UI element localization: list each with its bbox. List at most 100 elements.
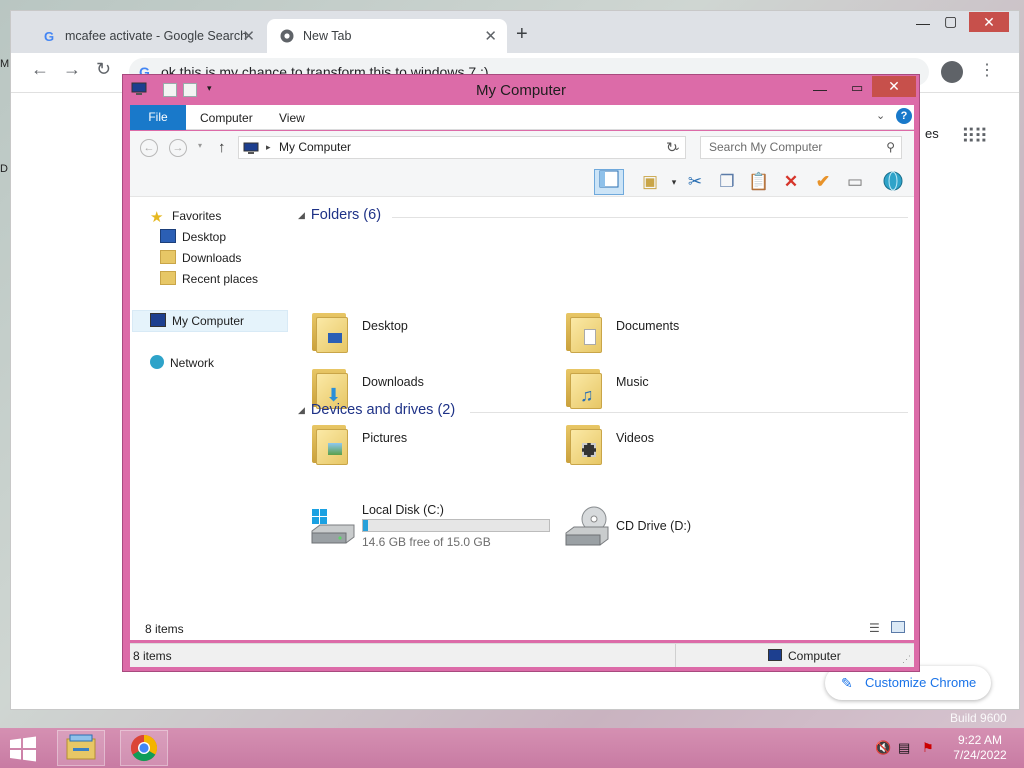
close-tab-icon[interactable]: ✕ (484, 27, 497, 45)
recent-locations-icon[interactable]: ▾ (198, 141, 202, 150)
chrome-taskbar-button[interactable] (120, 730, 168, 766)
nav-favorites[interactable]: ★ Favorites (150, 206, 221, 226)
details-view-icon[interactable]: ☰ (869, 621, 880, 635)
search-icon: ⚲ (886, 140, 895, 154)
nav-recent-places[interactable]: Recent places (160, 269, 258, 289)
close-window-button[interactable]: ✕ (872, 76, 916, 97)
explorer-titlebar: ▾ My Computer — ▭ ✕ (123, 75, 919, 105)
star-icon: ★ (150, 209, 164, 226)
images-link-fragment[interactable]: es (925, 126, 939, 141)
taskbar: 🔇 ▤ ⚑ 9:22 AM 7/24/2022 (0, 728, 1024, 768)
status-item-count: 8 items (133, 649, 172, 663)
status-divider (675, 644, 676, 667)
folder-label: Videos (616, 431, 654, 445)
file-explorer-taskbar-button[interactable] (57, 730, 105, 766)
folder-videos[interactable]: Videos (564, 415, 804, 469)
start-button[interactable] (8, 736, 38, 762)
forward-icon[interactable]: → (169, 139, 187, 157)
drive-free-space: 14.6 GB free of 15.0 GB (362, 535, 491, 549)
drive-cd[interactable]: CD Drive (D:) (564, 503, 764, 553)
preview-pane-icon[interactable] (594, 169, 624, 195)
command-bar: ▣ ▾ ✂ ❐ 📋 ✕ ✔ ▭ (130, 167, 914, 197)
reload-icon[interactable]: ↻ (96, 59, 111, 80)
system-clock[interactable]: 9:22 AM 7/24/2022 (948, 733, 1012, 763)
explorer-window: ▾ My Computer — ▭ ✕ File Computer View ⌄… (122, 74, 920, 672)
collapse-icon[interactable]: ◢ (298, 405, 305, 415)
nav-label: Desktop (182, 230, 227, 244)
tiles-view-icon[interactable] (891, 621, 905, 633)
item-count: 8 items (145, 622, 184, 636)
clock-date: 7/24/2022 (953, 748, 1007, 762)
properties-icon[interactable]: ▭ (843, 170, 867, 194)
nav-label: Network (170, 356, 215, 370)
minimize-icon[interactable]: — (916, 15, 930, 31)
nav-downloads[interactable]: Downloads (160, 248, 241, 268)
computer-icon (150, 313, 166, 327)
pictures-folder-icon (310, 419, 348, 465)
action-center-icon[interactable]: ⚑ (922, 740, 934, 756)
collapse-icon[interactable]: ◢ (298, 210, 305, 220)
volume-muted-icon[interactable]: 🔇 (875, 740, 891, 756)
profile-avatar[interactable] (941, 61, 963, 83)
cut-icon[interactable]: ✂ (683, 170, 707, 194)
tab-view[interactable]: View (279, 111, 305, 125)
nav-network[interactable]: Network (150, 353, 214, 373)
menu-kebab-icon[interactable]: ⋮ (979, 60, 995, 80)
drive-local-disk[interactable]: Local Disk (C:) 14.6 GB free of 15.0 GB (310, 503, 550, 553)
up-icon[interactable]: ↑ (218, 139, 226, 156)
recent-places-icon (160, 271, 176, 285)
nav-label: Downloads (182, 251, 242, 265)
tab-file[interactable]: File (130, 105, 186, 130)
folder-label: Music (616, 375, 649, 389)
folder-documents[interactable]: Documents (564, 303, 804, 357)
customize-label: Customize Chrome (865, 675, 977, 690)
search-placeholder: Search My Computer (709, 140, 823, 154)
folder-desktop[interactable]: Desktop (310, 303, 550, 357)
breadcrumb-chevron-icon[interactable]: ▸ (266, 137, 271, 158)
status-bar: 8 items Computer ⋰ (130, 643, 914, 667)
maximize-icon[interactable]: ▭ (851, 80, 863, 96)
network-status-icon[interactable]: ▤ (898, 740, 910, 756)
desktop-icon (160, 229, 176, 243)
nav-my-computer[interactable]: My Computer (132, 310, 288, 332)
paste-icon[interactable]: 📋 (747, 170, 771, 194)
back-icon[interactable]: ← (31, 59, 49, 80)
address-bar[interactable]: ▸ My Computer ⌄ (238, 136, 686, 159)
close-window-button[interactable]: ✕ (969, 12, 1009, 32)
network-globe-icon[interactable] (881, 170, 905, 194)
forward-icon[interactable]: → (63, 59, 81, 80)
computer-icon (243, 141, 259, 162)
tab-new-tab[interactable]: New Tab ✕ (267, 19, 507, 53)
videos-folder-icon (564, 419, 602, 465)
folder-pictures[interactable]: Pictures (310, 415, 550, 469)
address-row: ← → ▾ ↑ ▸ My Computer ⌄ ↻ Search My Comp… (130, 131, 914, 167)
minimize-icon[interactable]: — (813, 81, 827, 97)
resize-grip-icon[interactable]: ⋰ (902, 654, 911, 665)
delete-icon[interactable]: ✕ (779, 170, 803, 194)
group-divider (392, 217, 908, 218)
copy-icon[interactable]: ❐ (715, 170, 739, 194)
maximize-icon[interactable]: ▢ (944, 13, 957, 30)
tab-google-search[interactable]: G mcafee activate - Google Search ✕ (29, 19, 265, 53)
desktop-edge-text-2: D (0, 163, 8, 175)
computer-icon (768, 649, 782, 661)
folders-group-header[interactable]: ◢ Folders (6) (298, 207, 381, 223)
nav-desktop[interactable]: Desktop (160, 227, 226, 247)
help-icon[interactable]: ? (896, 108, 912, 124)
expand-ribbon-icon[interactable]: ⌄ (876, 109, 885, 122)
close-tab-icon[interactable]: ✕ (242, 27, 255, 45)
refresh-icon[interactable]: ↻ (666, 139, 678, 156)
rename-icon[interactable]: ✔ (811, 170, 835, 194)
apps-grid-icon[interactable]: ⠿⠿ (961, 124, 988, 149)
folder-music[interactable]: ♫ Music (564, 359, 804, 413)
new-tab-button[interactable]: + (516, 23, 528, 46)
search-input[interactable]: Search My Computer ⚲ (700, 136, 902, 159)
devices-group-header[interactable]: ◢ Devices and drives (2) (298, 402, 455, 418)
items-footer: 8 items ☰ (130, 618, 914, 640)
select-icon[interactable]: ▣ (638, 170, 662, 194)
chrome-icon (279, 28, 295, 44)
tab-computer[interactable]: Computer (200, 111, 253, 125)
folder-label: Downloads (362, 375, 424, 389)
desktop-folder-icon (310, 307, 348, 353)
back-icon[interactable]: ← (140, 139, 158, 157)
